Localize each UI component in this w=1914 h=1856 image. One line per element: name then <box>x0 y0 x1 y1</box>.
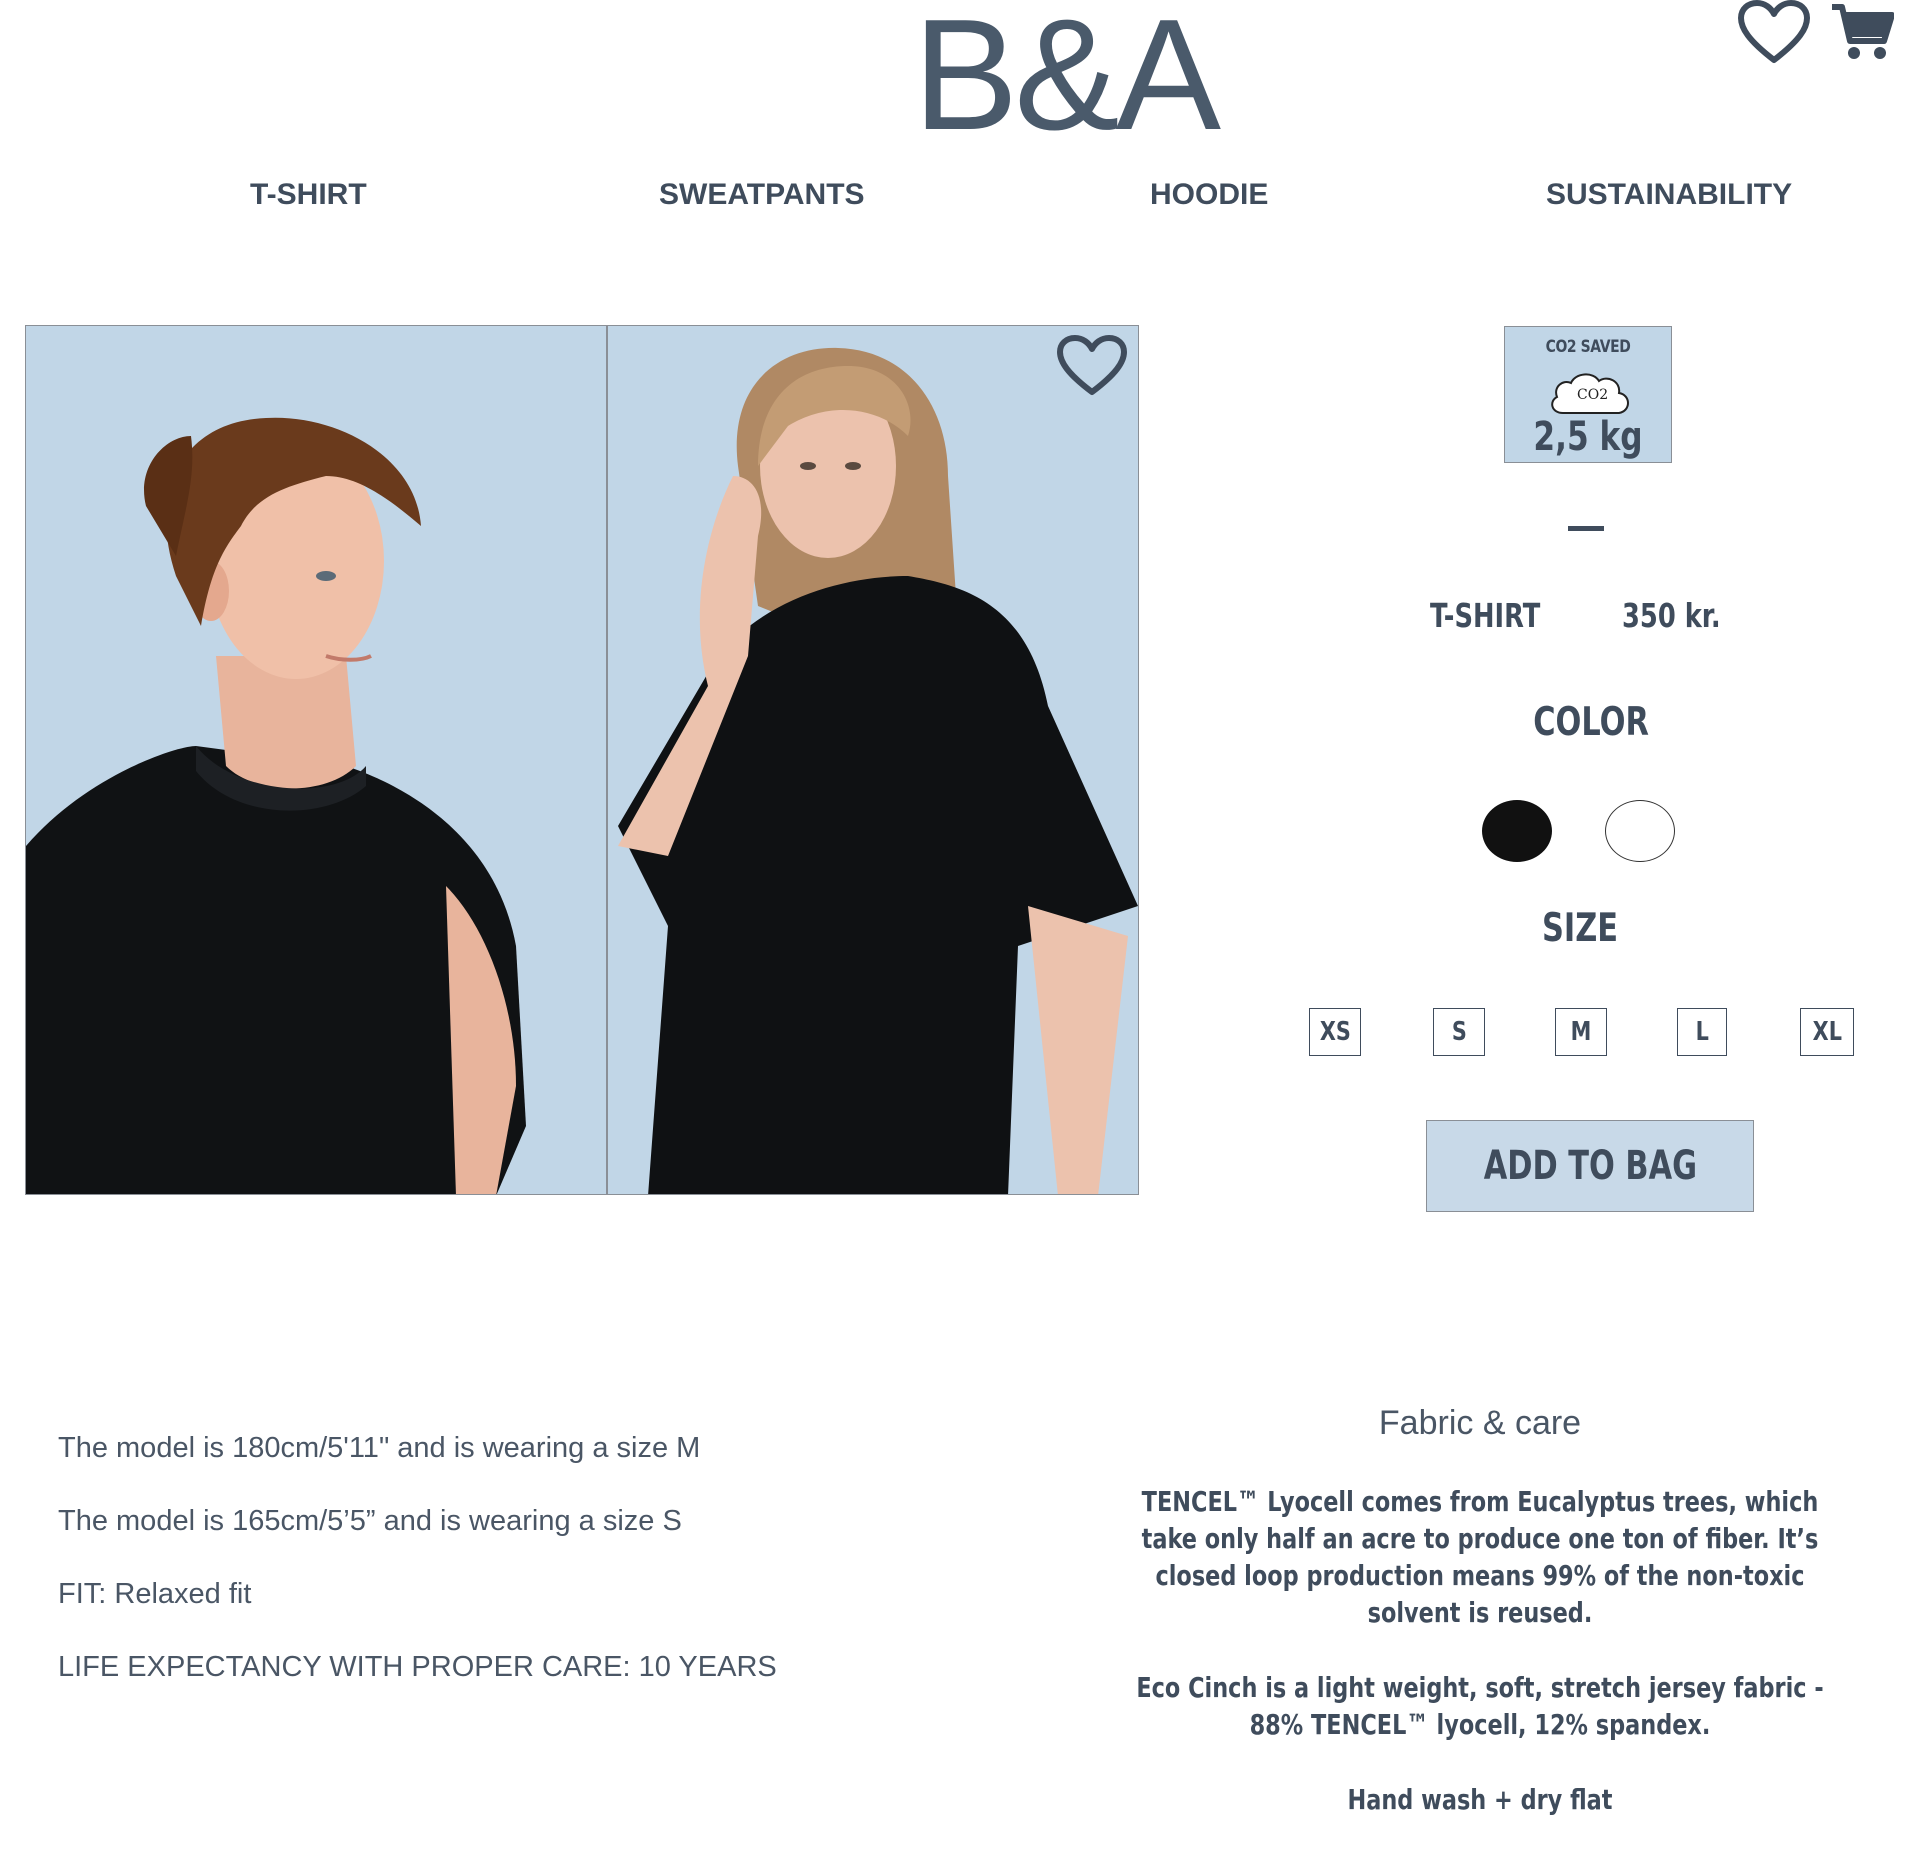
divider-dash <box>1568 526 1604 531</box>
size-option-m[interactable]: M <box>1555 1008 1607 1056</box>
nav-item-tshirt[interactable]: T-SHIRT <box>250 178 367 212</box>
size-option-s[interactable]: S <box>1433 1008 1485 1056</box>
heart-icon[interactable] <box>1738 0 1810 64</box>
details-line: LIFE EXPECTANCY WITH PROPER CARE: 10 YEA… <box>58 1651 777 1683</box>
size-option-xs[interactable]: XS <box>1309 1008 1361 1056</box>
product-details: The model is 180cm/5'11" and is wearing … <box>58 1430 777 1722</box>
fabric-care-text: TENCEL™ Lyocell comes from Eucalyptus tr… <box>1040 1483 1914 1856</box>
product-price: 350 kr. <box>1622 596 1721 635</box>
size-label: XS <box>1319 1017 1351 1047</box>
fabric-paragraph: Hand wash + dry flat <box>1347 1783 1613 1816</box>
nav-item-hoodie[interactable]: HOODIE <box>1150 178 1268 212</box>
size-heading: SIZE <box>1541 906 1619 951</box>
co2-saved-title: CO2 SAVED <box>1545 337 1631 357</box>
co2-saved-value: 2,5 kg <box>1533 414 1643 460</box>
size-label: M <box>1570 1017 1592 1047</box>
product-photo-male-model[interactable] <box>26 326 608 1194</box>
fabric-paragraph: Eco Cinch is a light weight, soft, stret… <box>1136 1671 1824 1741</box>
add-to-bag-button[interactable]: ADD TO BAG <box>1426 1120 1754 1212</box>
cloud-label: CO2 <box>1577 387 1608 403</box>
size-label: S <box>1451 1017 1467 1047</box>
header-icons <box>1738 0 1894 64</box>
nav-item-sustainability[interactable]: SUSTAINABILITY <box>1546 178 1792 212</box>
details-line: The model is 180cm/5'11" and is wearing … <box>58 1432 701 1464</box>
heart-outline-icon[interactable] <box>1056 334 1128 398</box>
cart-icon[interactable] <box>1830 3 1894 61</box>
details-line: FIT: Relaxed fit <box>58 1578 252 1610</box>
color-swatch-white[interactable] <box>1605 800 1675 862</box>
main-nav: T-SHIRT SWEATPANTS HOODIE SUSTAINABILITY <box>0 178 1914 228</box>
details-line: The model is 165cm/5’5” and is wearing a… <box>58 1505 682 1537</box>
color-heading: COLOR <box>1533 700 1649 745</box>
color-swatch-black[interactable] <box>1482 800 1552 862</box>
size-label: XL <box>1812 1017 1842 1047</box>
nav-item-sweatpants[interactable]: SWEATPANTS <box>659 178 865 212</box>
product-name: T-SHIRT <box>1430 596 1541 635</box>
fabric-care-heading: Fabric & care <box>1378 1404 1582 1442</box>
size-option-l[interactable]: L <box>1677 1008 1727 1056</box>
co2-saved-badge: CO2 SAVED CO2 2,5 kg <box>1504 326 1672 463</box>
add-to-bag-label: ADD TO BAG <box>1483 1143 1697 1189</box>
size-label: L <box>1695 1017 1709 1047</box>
product-photo-female-model[interactable] <box>608 326 1138 1194</box>
brand-logo[interactable]: B&A <box>0 0 1914 154</box>
product-gallery <box>25 325 1139 1195</box>
size-option-xl[interactable]: XL <box>1800 1008 1854 1056</box>
fabric-paragraph: TENCEL™ Lyocell comes from Eucalyptus tr… <box>1141 1485 1819 1629</box>
